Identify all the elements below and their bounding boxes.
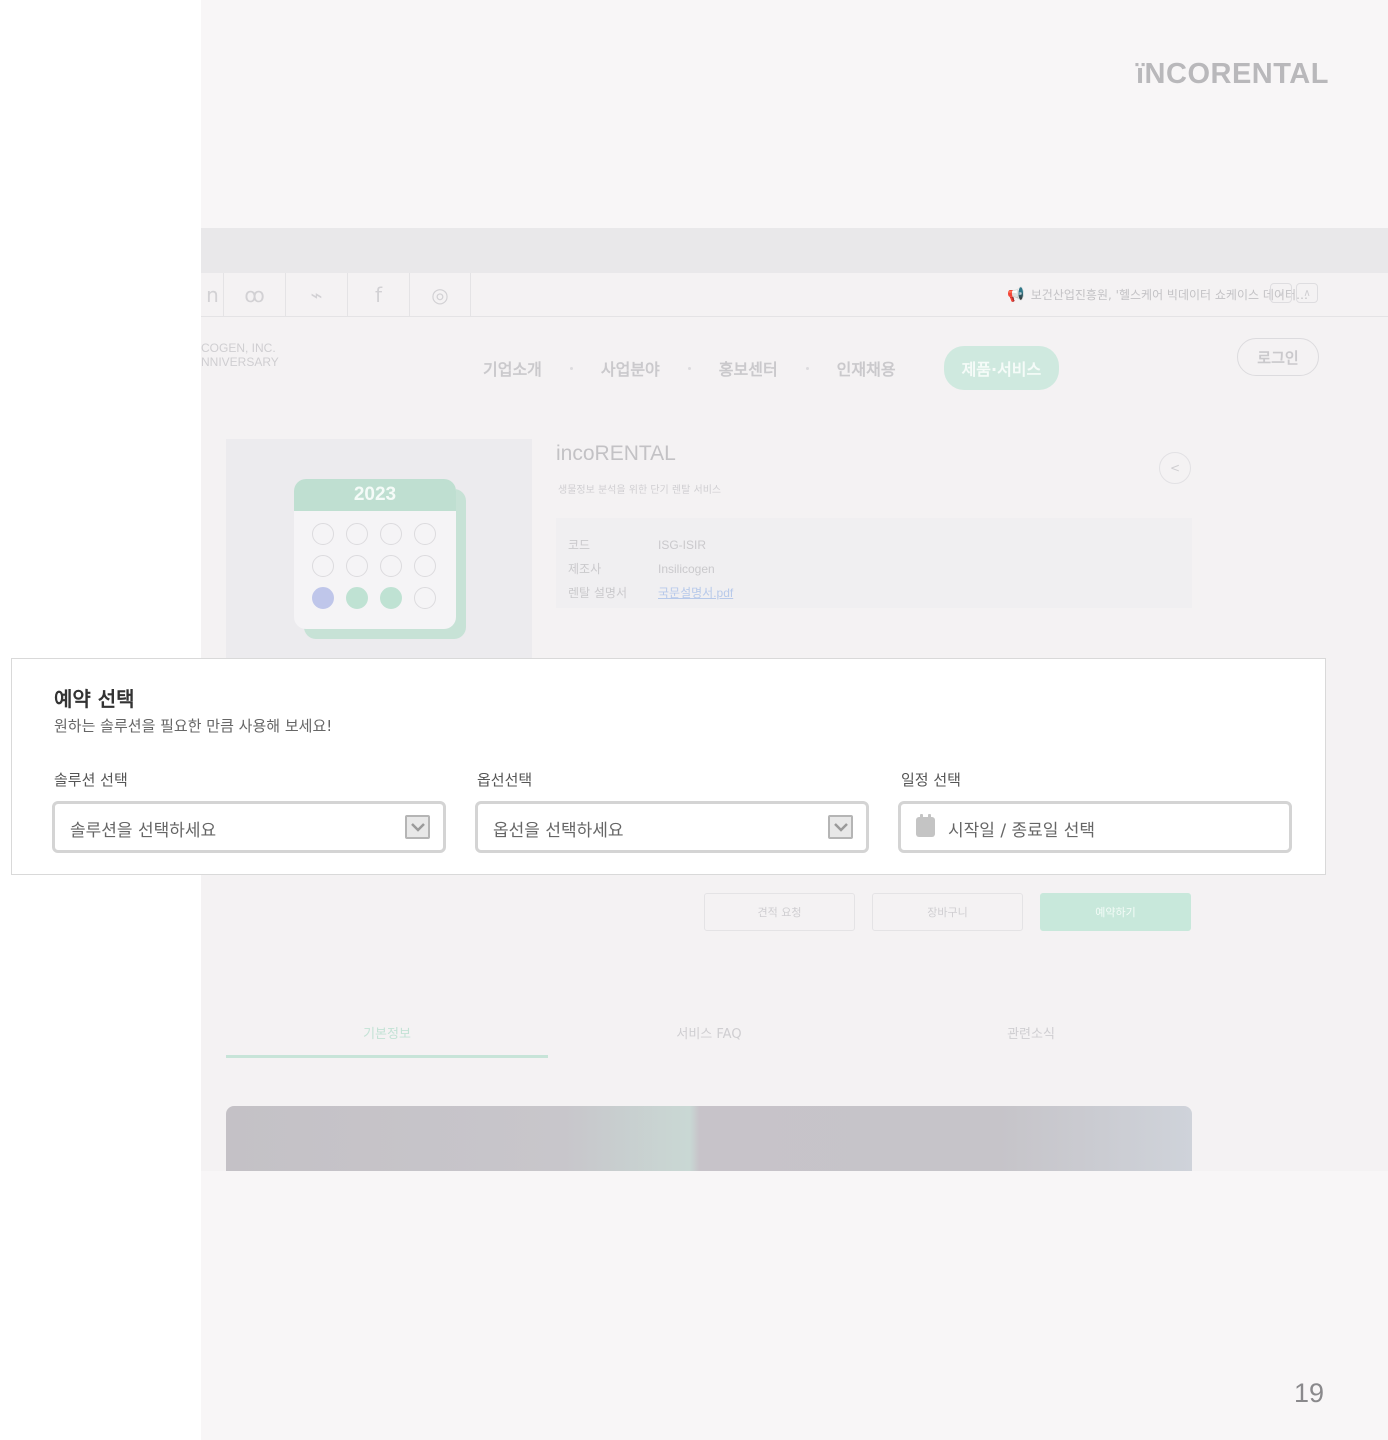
tab-service-faq[interactable]: 서비스 FAQ bbox=[548, 1008, 870, 1058]
community-icon[interactable]: ꝏ bbox=[223, 273, 285, 317]
detail-tabs: 기본정보 서비스 FAQ 관련소식 bbox=[226, 1008, 1192, 1058]
content-banner bbox=[226, 1106, 1192, 1171]
schedule-label: 일정 선택 bbox=[901, 771, 961, 789]
incorental-logo: ïNCORENTAL bbox=[1136, 58, 1329, 90]
solution-label: 솔루션 선택 bbox=[54, 771, 128, 789]
megaphone-icon: 📢 bbox=[1007, 287, 1025, 303]
menu-item-business[interactable]: 사업분야 bbox=[573, 356, 688, 380]
page-number: 19 bbox=[1294, 1378, 1325, 1408]
menu-item-pr[interactable]: 홍보센터 bbox=[691, 356, 806, 380]
schedule-placeholder: 시작일 / 종료일 선택 bbox=[948, 821, 1096, 841]
main-menu: 기업소개 사업분야 홍보센터 인재채용 제품·서비스 bbox=[455, 346, 1060, 390]
product-info: 코드 ISG-ISIR 제조사 Insilicogen 렌탈 설명서 국문설명서.pd… bbox=[556, 518, 1192, 608]
option-placeholder: 옵선을 선택하세요 bbox=[493, 821, 624, 841]
chevron-up-icon[interactable]: ∧ bbox=[1296, 283, 1318, 303]
facebook-icon[interactable]: f bbox=[347, 273, 409, 317]
company-brand[interactable]: COGEN, INC. NNIVERSARY bbox=[201, 341, 279, 369]
menu-item-products[interactable]: 제품·서비스 bbox=[943, 346, 1060, 390]
product-thumbnail: 2023 bbox=[226, 439, 532, 663]
reservation-title: 예약 선택 bbox=[54, 687, 135, 711]
tab-basic-info[interactable]: 기본정보 bbox=[226, 1008, 548, 1058]
login-button[interactable]: 로그인 bbox=[1237, 338, 1319, 376]
reservation-subtitle: 원하는 솔루션을 필요한 만큼 사용해 보세요! bbox=[54, 717, 333, 735]
calendar-illustration: 2023 bbox=[294, 479, 466, 639]
quote-request-button[interactable]: 견적 요청 bbox=[704, 893, 855, 931]
dropdown-icon bbox=[828, 815, 853, 839]
schedule-picker[interactable]: 시작일 / 종료일 선택 bbox=[898, 801, 1292, 853]
tab-related-news[interactable]: 관련소식 bbox=[870, 1008, 1192, 1058]
chevron-down-icon[interactable]: ∨ bbox=[1270, 283, 1292, 303]
instagram-icon[interactable]: ◎ bbox=[409, 273, 471, 317]
calendar-grid bbox=[294, 511, 456, 621]
notice-ticker[interactable]: 📢 보건산업진흥원, '헬스케어 빅데이터 쇼케이스 데이터… bbox=[1007, 286, 1308, 303]
product-subtitle: 생물정보 분석을 위한 단기 렌탈 서비스 bbox=[558, 485, 722, 496]
share-icon[interactable]: < bbox=[1159, 452, 1191, 484]
notice-arrows: ∨ ∧ bbox=[1270, 283, 1318, 303]
solution-select[interactable]: 솔루션을 선택하세요 bbox=[52, 801, 446, 853]
dropdown-icon bbox=[405, 815, 430, 839]
calendar-icon bbox=[916, 814, 935, 837]
rss-icon[interactable]: ⌁ bbox=[285, 273, 347, 317]
solution-placeholder: 솔루션을 선택하세요 bbox=[70, 821, 217, 841]
reserve-button[interactable]: 예약하기 bbox=[1040, 893, 1191, 931]
reservation-card: 예약 선택 원하는 솔루션을 필요한 만큼 사용해 보세요! 솔루션 선택 솔루… bbox=[11, 658, 1326, 875]
option-select[interactable]: 옵선을 선택하세요 bbox=[475, 801, 869, 853]
cart-button[interactable]: 장바구니 bbox=[872, 893, 1023, 931]
menu-item-company[interactable]: 기업소개 bbox=[455, 356, 570, 380]
option-label: 옵선선택 bbox=[477, 771, 533, 789]
calendar-year: 2023 bbox=[294, 479, 456, 511]
top-bar bbox=[201, 228, 1388, 273]
product-title: incoRENTAL bbox=[556, 442, 676, 465]
manual-link[interactable]: 국문설명서.pdf bbox=[658, 581, 733, 605]
menu-item-careers[interactable]: 인재채용 bbox=[809, 356, 924, 380]
action-buttons: 견적 요청 장바구니 예약하기 bbox=[704, 893, 1191, 931]
